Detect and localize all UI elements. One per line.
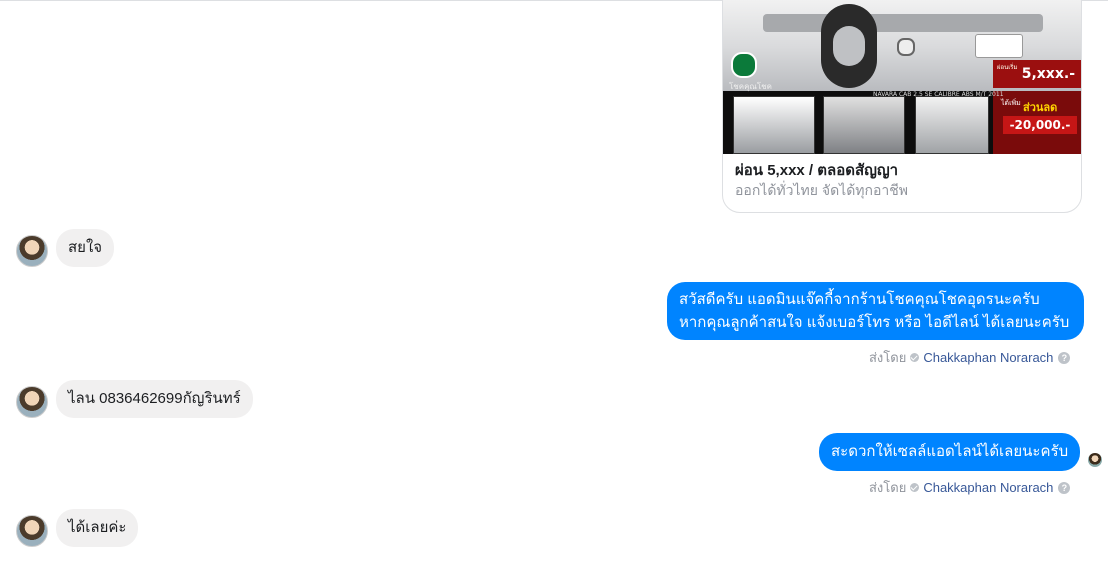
message-bubble-incoming: สยใจ: [56, 229, 115, 267]
sent-by-label: ส่งโดย: [869, 350, 907, 365]
sender-name-link[interactable]: Chakkaphan Norarach: [923, 480, 1053, 495]
promo-amount: -20,000.-: [1003, 116, 1077, 134]
messenger-conversation: โชคคุณโชค 5,xxx.- ผ่อนเริ่ม NAVARA CAB 2…: [0, 0, 1108, 577]
promo-discount: ส่วนลด: [1023, 101, 1058, 114]
help-icon[interactable]: ?: [1058, 481, 1071, 494]
ad-image: โชคคุณโชค 5,xxx.- ผ่อนเริ่ม NAVARA CAB 2…: [723, 0, 1081, 154]
verified-icon: [910, 483, 920, 492]
price-label: ผ่อนเริ่ม: [997, 64, 1018, 71]
sent-by-label: ส่งโดย: [869, 480, 907, 495]
car-thumbnail: [823, 96, 905, 154]
promo-label: ได้เพิ่ม: [1001, 99, 1021, 107]
avatar[interactable]: [16, 386, 48, 418]
avatar[interactable]: [16, 515, 48, 547]
car-thumbnail: [733, 96, 815, 154]
verified-icon: [910, 353, 920, 362]
message-text: ไลน 0836462699กัญรินทร์: [68, 390, 241, 407]
message-text-line: หากคุณลูกค้าสนใจ แจ้งเบอร์โทร หรือ ไอดีไ…: [679, 314, 1070, 331]
message-text: สยใจ: [68, 239, 103, 256]
card-subtitle: ออกได้ทั่วไทย จัดได้ทุกอาชีพ: [735, 182, 909, 198]
help-icon[interactable]: ?: [1058, 351, 1071, 364]
message-bubble-outgoing: สวัสดีครับ แอดมินแจ๊คกี้จากร้านโชคคุณโชค…: [667, 282, 1084, 340]
message-bubble-outgoing: สะดวกให้เซลล์แอดไลน์ได้เลยนะครับ: [819, 433, 1081, 471]
seen-avatar: [1088, 453, 1102, 467]
car-thumbnail: [915, 96, 989, 154]
sent-by-meta: ส่งโดย Chakkaphan Norarach ?: [869, 477, 1071, 498]
avatar[interactable]: [16, 235, 48, 267]
sender-name-link[interactable]: Chakkaphan Norarach: [923, 350, 1053, 365]
car-plate: [975, 34, 1023, 58]
shared-ad-card[interactable]: โชคคุณโชค 5,xxx.- ผ่อนเริ่ม NAVARA CAB 2…: [722, 0, 1082, 213]
price-value: 5,xxx.-: [1021, 66, 1075, 82]
card-title: ผ่อน 5,xxx / ตลอดสัญญา: [735, 162, 899, 179]
car-grille: [763, 14, 1043, 32]
sent-by-meta: ส่งโดย Chakkaphan Norarach ?: [869, 347, 1071, 368]
message-bubble-incoming: ไลน 0836462699กัญรินทร์: [56, 380, 253, 418]
message-text: ได้เลยค่ะ: [68, 519, 127, 536]
message-text-line: สวัสดีครับ แอดมินแจ๊คกี้จากร้านโชคคุณโชค…: [679, 291, 1040, 308]
message-bubble-incoming: ได้เลยค่ะ: [56, 509, 139, 547]
message-text: สะดวกให้เซลล์แอดไลน์ได้เลยนะครับ: [831, 443, 1069, 460]
car-fog-light: [897, 38, 915, 56]
car-wheel: [821, 4, 877, 88]
shop-logo-text: โชคคุณโชค: [729, 82, 772, 91]
shop-logo-icon: [731, 52, 757, 78]
